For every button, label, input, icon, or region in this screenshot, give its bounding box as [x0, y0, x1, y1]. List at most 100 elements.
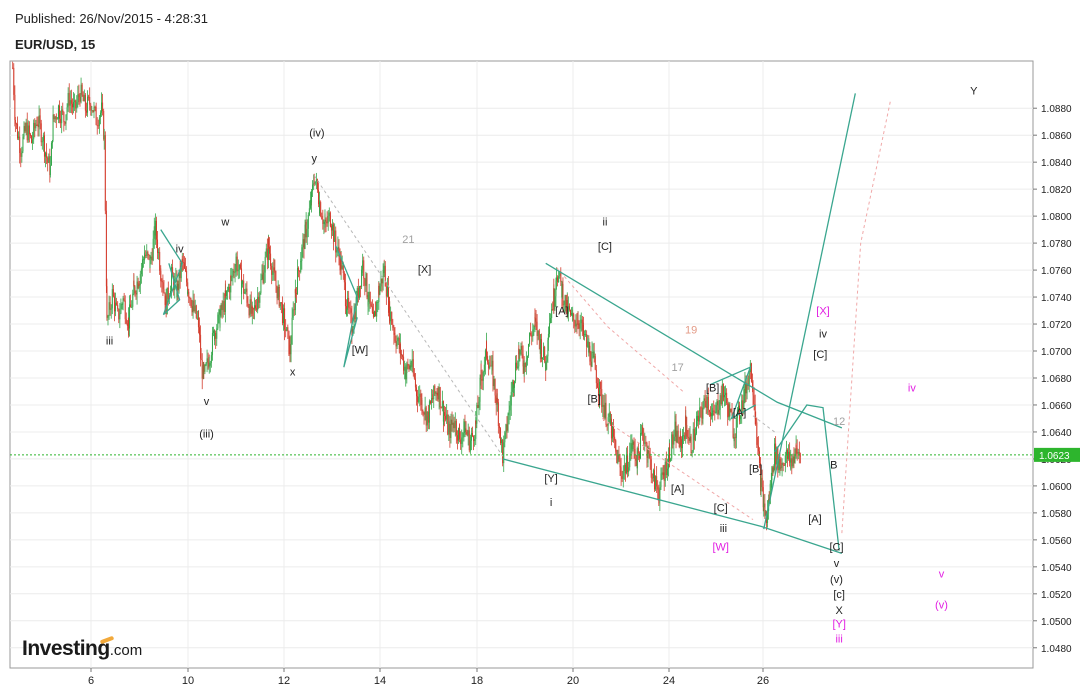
candle-body — [136, 281, 138, 295]
candle-body — [523, 362, 525, 374]
y-tick-label: 1.0700 — [1041, 347, 1072, 358]
candle-body — [551, 309, 553, 319]
candle-body — [487, 356, 489, 363]
candle-body — [241, 284, 243, 295]
candle-body — [292, 309, 294, 318]
x-tick-label: 26 — [757, 675, 769, 687]
candle-body — [209, 363, 211, 366]
candle-body — [201, 360, 203, 379]
candle-body — [257, 296, 259, 301]
candle-body — [267, 238, 269, 247]
candle-body — [244, 291, 246, 294]
candle-body — [399, 344, 401, 354]
candle-body — [527, 343, 529, 356]
candle-body — [764, 503, 766, 516]
candle-body — [500, 428, 502, 443]
candle-body — [369, 291, 371, 304]
candle-body — [593, 356, 595, 358]
candle-body — [558, 275, 560, 283]
candle-body — [307, 214, 309, 229]
candle-body — [700, 407, 702, 409]
candle-body — [638, 453, 640, 459]
candle-body — [22, 136, 24, 152]
candle-body — [116, 302, 118, 305]
candle-body — [604, 402, 606, 414]
candle-body — [304, 224, 306, 249]
candle-body — [783, 465, 785, 466]
brand-tld: .com — [109, 642, 143, 659]
candle-body — [50, 142, 52, 166]
y-tick-label: 1.0800 — [1041, 212, 1072, 223]
wave-label: X — [835, 605, 843, 617]
candle-body — [75, 100, 77, 109]
candle-body — [595, 369, 597, 384]
candle-body — [300, 261, 302, 263]
candle-body — [422, 411, 424, 413]
candle-body — [129, 304, 131, 329]
candle-body — [498, 425, 500, 429]
candle-body — [362, 260, 364, 269]
candle-body — [163, 289, 165, 293]
candle-body — [183, 262, 185, 269]
candle-body — [442, 412, 444, 422]
candle-body — [659, 487, 661, 501]
candle-body — [207, 358, 209, 363]
candle-body — [219, 315, 221, 327]
candle-body — [327, 216, 329, 224]
candle-body — [232, 270, 234, 277]
candle-body — [454, 420, 456, 429]
candle-body — [680, 439, 682, 449]
price-chart[interactable]: 1.0480 1.0500 1.0520 1.0540 1.0560 1.0580 1.06… — [0, 0, 1089, 700]
candle-body — [289, 345, 291, 355]
candle-body — [481, 378, 483, 381]
candle-body — [227, 290, 229, 292]
candle-body — [729, 408, 731, 417]
candle-body — [497, 402, 499, 426]
candle-body — [314, 181, 316, 184]
candle-body — [603, 404, 605, 418]
candle-body — [420, 393, 422, 405]
candle-body — [445, 415, 447, 420]
candle-body — [104, 135, 106, 211]
candle-body — [617, 454, 619, 464]
plot-area — [9, 60, 1034, 669]
candle-body — [69, 100, 71, 106]
candle-body — [40, 123, 42, 143]
candle-body — [225, 290, 227, 296]
wave-label: (v) — [830, 574, 843, 586]
candle-body — [427, 411, 429, 423]
candle-body — [301, 247, 303, 262]
candle-body — [70, 100, 72, 104]
candle-body — [730, 408, 732, 413]
y-tick-label: 1.0540 — [1041, 563, 1072, 574]
candle-body — [205, 363, 207, 365]
candle-body — [780, 467, 782, 469]
candle-body — [676, 430, 678, 443]
candle-body — [255, 305, 257, 309]
candle-body — [720, 395, 722, 404]
candle-body — [732, 417, 734, 438]
wave-label: (iii) — [199, 428, 214, 440]
y-tick-label: 1.0680 — [1041, 374, 1072, 385]
candle-body — [48, 156, 50, 163]
candle-body — [206, 358, 208, 364]
candle-body — [313, 183, 315, 185]
candle-body — [71, 103, 73, 108]
candle-body — [439, 387, 441, 408]
candle-body — [385, 286, 387, 297]
candle-body — [518, 348, 520, 355]
candle-body — [276, 285, 278, 299]
candle-body — [35, 124, 37, 129]
candle-body — [734, 437, 736, 439]
y-tick-label: 1.0780 — [1041, 239, 1072, 250]
candle-body — [309, 199, 311, 209]
wave-label: [A] — [555, 306, 568, 318]
candle-body — [319, 202, 321, 214]
candle-body — [15, 123, 17, 125]
candle-body — [90, 104, 92, 111]
candle-body — [414, 378, 416, 388]
candle-body — [459, 431, 461, 440]
candle-body — [548, 323, 550, 334]
wave-label: [c] — [833, 589, 845, 601]
candle-body — [152, 238, 154, 261]
